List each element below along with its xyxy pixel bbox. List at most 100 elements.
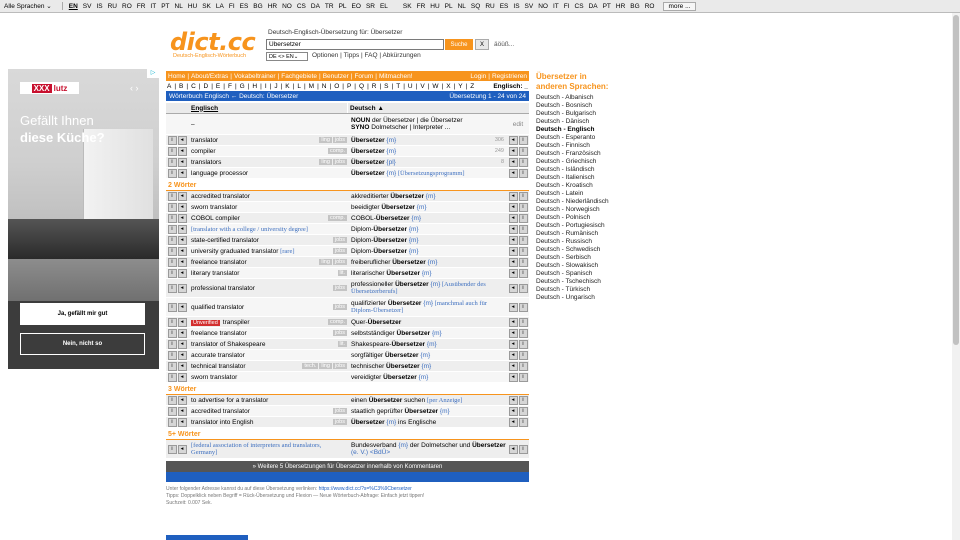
info-icon[interactable]: i bbox=[518, 168, 528, 178]
info-icon[interactable]: i bbox=[518, 157, 528, 167]
dictcc-logo[interactable]: dict.cc bbox=[170, 28, 256, 56]
language-link-nl[interactable]: NL bbox=[458, 3, 466, 10]
language-link-sq[interactable]: SQ bbox=[471, 3, 480, 10]
entry-english-word[interactable]: to advertise for a translator bbox=[191, 397, 268, 404]
entry-english-text[interactable]: freelance translator bbox=[191, 330, 333, 337]
entry-german-text[interactable]: Übersetzer {m} [Übersetzungsprogramm] bbox=[351, 170, 507, 177]
speaker-icon[interactable]: ◂ bbox=[508, 191, 518, 201]
entry-english-text[interactable]: qualified translator bbox=[191, 304, 333, 311]
speaker-icon[interactable]: ◂ bbox=[508, 224, 518, 234]
entry-german-text[interactable]: qualifizierter Übersetzer {m} [manchmal … bbox=[351, 300, 507, 314]
info-icon[interactable]: i bbox=[167, 339, 177, 349]
language-link-it[interactable]: IT bbox=[553, 3, 559, 10]
other-language-link[interactable]: Deutsch - Isländisch bbox=[536, 166, 656, 174]
entry-german-text[interactable]: Quer-Übersetzer bbox=[351, 319, 507, 326]
alphabet-letter-r[interactable]: R bbox=[372, 83, 377, 90]
alphabet-letter-e[interactable]: E bbox=[216, 83, 220, 90]
play-icon[interactable]: ◂ bbox=[177, 168, 187, 178]
speaker-icon[interactable]: ◂ bbox=[508, 317, 518, 327]
entry-english-word[interactable]: qualified translator bbox=[191, 304, 244, 311]
subject-tag[interactable]: jobs bbox=[332, 330, 347, 336]
language-link-sr[interactable]: SR bbox=[366, 3, 375, 10]
play-icon[interactable]: ◂ bbox=[177, 224, 187, 234]
play-icon[interactable]: ◂ bbox=[177, 213, 187, 223]
play-icon[interactable]: ◂ bbox=[177, 328, 187, 338]
speaker-icon[interactable]: ◂ bbox=[508, 417, 518, 427]
entry-english-word[interactable]: [federal association of interpreters and… bbox=[191, 442, 321, 456]
play-icon[interactable]: ◂ bbox=[177, 235, 187, 245]
info-icon[interactable]: i bbox=[167, 317, 177, 327]
entry-english-text[interactable]: translator bbox=[191, 137, 319, 144]
entry-german-text[interactable]: Shakespeare-Übersetzer {m} bbox=[351, 341, 507, 348]
info-icon[interactable]: i bbox=[167, 146, 177, 156]
other-language-link[interactable]: Deutsch - Französisch bbox=[536, 150, 656, 158]
info-icon[interactable]: i bbox=[518, 246, 528, 256]
alphabet-letter-j[interactable]: J bbox=[274, 83, 277, 90]
play-icon[interactable]: ◂ bbox=[177, 361, 187, 371]
language-link-hr[interactable]: HR bbox=[268, 3, 277, 10]
alphabet-letter-n[interactable]: N bbox=[322, 83, 327, 90]
speaker-icon[interactable]: ◂ bbox=[508, 372, 518, 382]
alphabet-letter-k[interactable]: K bbox=[285, 83, 289, 90]
info-icon[interactable]: i bbox=[167, 372, 177, 382]
other-language-link[interactable]: Deutsch - Bosnisch bbox=[536, 102, 656, 110]
entry-german-text[interactable]: sorgfältiger Übersetzer {m} bbox=[351, 352, 507, 359]
language-link-bg[interactable]: BG bbox=[630, 3, 639, 10]
subject-tag[interactable]: jobs bbox=[332, 237, 347, 243]
entry-english-text[interactable]: accredited translator bbox=[191, 193, 348, 200]
edit-link[interactable]: edit bbox=[507, 121, 529, 128]
info-icon[interactable]: i bbox=[167, 350, 177, 360]
language-link-ro[interactable]: RO bbox=[122, 3, 132, 10]
subject-tag[interactable]: comp. bbox=[328, 319, 347, 325]
entry-english-word[interactable]: technical translator bbox=[191, 363, 246, 370]
play-icon[interactable]: ◂ bbox=[177, 157, 187, 167]
info-icon[interactable]: i bbox=[167, 257, 177, 267]
entry-english-word[interactable]: freelance translator bbox=[191, 330, 247, 337]
info-icon[interactable]: i bbox=[518, 146, 528, 156]
info-icon[interactable]: i bbox=[518, 395, 528, 405]
alphabet-letter-s[interactable]: S bbox=[384, 83, 388, 90]
entry-english-word[interactable]: literary translator bbox=[191, 270, 239, 277]
entry-english-word[interactable]: transpiler bbox=[223, 319, 250, 326]
entry-english-word[interactable]: [translator with a college / university … bbox=[191, 226, 308, 233]
entry-english-text[interactable]: literary translator bbox=[191, 270, 338, 277]
noun-text[interactable]: der Übersetzer | die Übersetzer bbox=[372, 117, 463, 124]
play-icon[interactable]: ◂ bbox=[177, 135, 187, 145]
language-link-fr[interactable]: FR bbox=[417, 3, 426, 10]
info-icon[interactable]: i bbox=[167, 246, 177, 256]
entry-german-text[interactable]: Übersetzer {m} bbox=[351, 148, 495, 155]
alphabet-letter-a[interactable]: A bbox=[167, 83, 171, 90]
alphabet-letter-f[interactable]: F bbox=[228, 83, 232, 90]
alphabet-letter-x[interactable]: X bbox=[446, 83, 450, 90]
speaker-icon[interactable]: ◂ bbox=[508, 350, 518, 360]
info-icon[interactable]: i bbox=[167, 328, 177, 338]
language-link-cs[interactable]: CS bbox=[297, 3, 306, 10]
info-icon[interactable]: i bbox=[167, 302, 177, 312]
play-icon[interactable]: ◂ bbox=[177, 372, 187, 382]
language-link-sv[interactable]: SV bbox=[83, 3, 92, 10]
alphabet-letter-p[interactable]: P bbox=[347, 83, 351, 90]
subject-tag[interactable]: lit. bbox=[337, 341, 347, 347]
speaker-icon[interactable]: ◂ bbox=[508, 246, 518, 256]
subject-tag[interactable]: jobs bbox=[332, 159, 347, 165]
nav-link-vokabeltrainer[interactable]: Vokabeltrainer bbox=[234, 73, 276, 80]
entry-english-text[interactable]: accurate translator bbox=[191, 352, 348, 359]
advertisement[interactable]: XXX lutz ‹ › ▷ Gefällt Ihnen diese Küche?… bbox=[8, 69, 159, 369]
other-language-link[interactable]: Deutsch - Russisch bbox=[536, 238, 656, 246]
info-icon[interactable]: i bbox=[518, 406, 528, 416]
subject-tag[interactable]: jobs bbox=[332, 304, 347, 310]
play-icon[interactable]: ◂ bbox=[177, 444, 187, 454]
info-icon[interactable]: i bbox=[518, 191, 528, 201]
entry-english-word[interactable]: state-certified translator bbox=[191, 237, 259, 244]
info-icon[interactable]: i bbox=[518, 283, 528, 293]
other-language-link[interactable]: Deutsch - Rumänisch bbox=[536, 230, 656, 238]
subject-tag[interactable]: jobs bbox=[332, 248, 347, 254]
play-icon[interactable]: ◂ bbox=[177, 302, 187, 312]
other-language-link[interactable]: Deutsch - Schwedisch bbox=[536, 246, 656, 254]
speaker-icon[interactable]: ◂ bbox=[508, 328, 518, 338]
entry-english-text[interactable]: technical translator bbox=[191, 363, 302, 370]
ad-carousel-arrows-icon[interactable]: ‹ › bbox=[130, 83, 139, 93]
info-icon[interactable]: i bbox=[518, 302, 528, 312]
alphabet-letter-d[interactable]: D bbox=[204, 83, 209, 90]
language-link-no[interactable]: NO bbox=[282, 3, 292, 10]
